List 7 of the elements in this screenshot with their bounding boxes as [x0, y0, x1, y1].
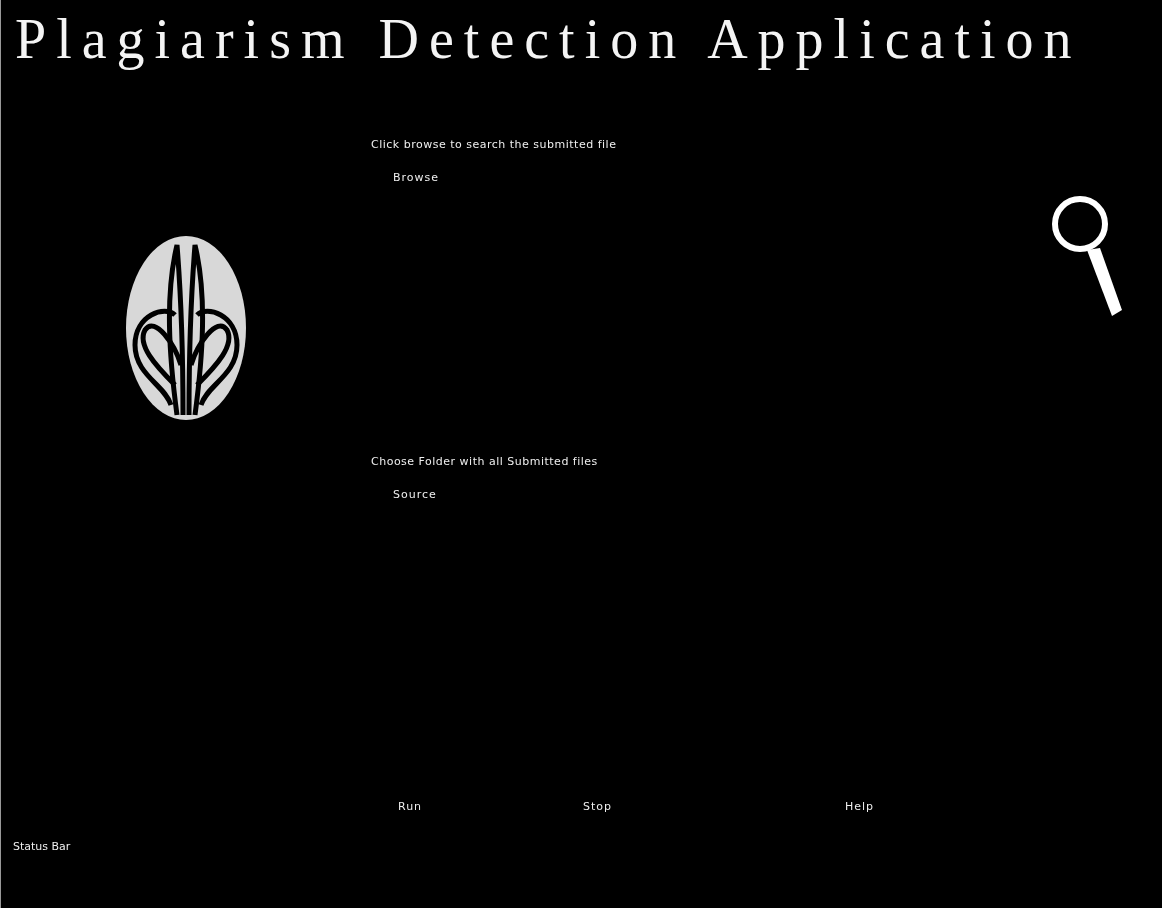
folder-instruction: Choose Folder with all Submitted files [371, 455, 599, 468]
browse-instruction: Click browse to search the submitted file [371, 138, 618, 151]
app-title: Plagiarism Detection Application [15, 7, 1083, 72]
browse-button[interactable]: Browse [393, 171, 440, 184]
status-text: Status Bar [12, 839, 72, 855]
logo-icon [125, 235, 247, 421]
source-button[interactable]: Source [393, 488, 437, 501]
